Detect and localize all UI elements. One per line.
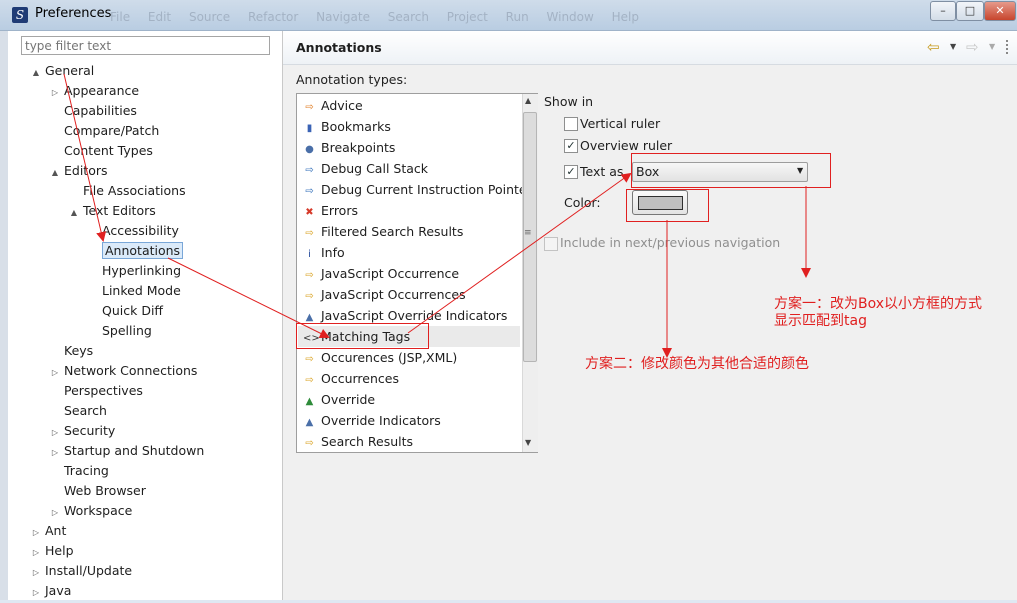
plan1-note-line1: 方案一：改为Box以小方框的方式	[774, 296, 983, 312]
plan1-note-line2: 显示匹配到tag	[774, 313, 867, 329]
arrow-annotations-to-matching-tags	[167, 257, 330, 338]
plan2-note: 方案二：修改颜色为其他合适的颜色	[585, 356, 809, 372]
arrow-matching-tags-to-text-as	[407, 172, 632, 334]
arrow-general-to-annotations	[63, 73, 107, 242]
